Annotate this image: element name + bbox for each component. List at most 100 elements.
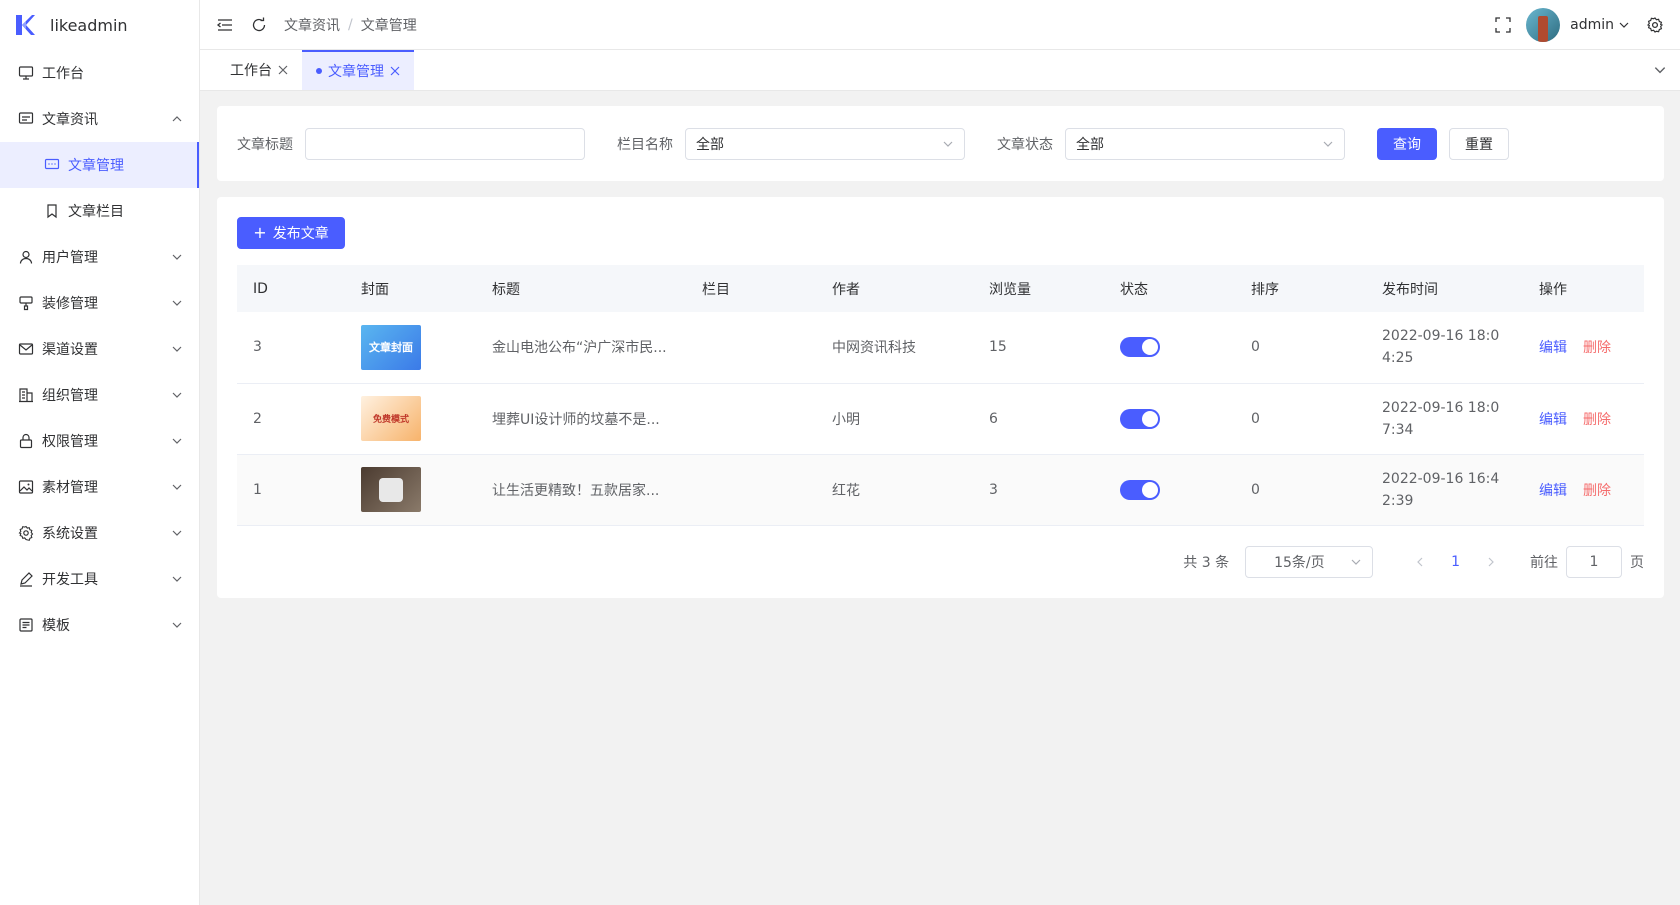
cell-status <box>1104 383 1235 455</box>
toggle-knob <box>1142 481 1158 498</box>
delete-button[interactable]: 删除 <box>1583 483 1611 499</box>
publish-article-button[interactable]: + 发布文章 <box>237 217 345 249</box>
cell-author: 小明 <box>816 383 973 455</box>
avatar[interactable] <box>1526 7 1561 42</box>
sidebar-item-label: 权限管理 <box>42 434 98 450</box>
sidebar-item-label: 装修管理 <box>42 296 98 312</box>
lock-icon <box>19 433 33 449</box>
tabs-bar: 工作台 文章管理 <box>200 50 1680 91</box>
cell-time: 2022-09-16 18:07:34 <box>1366 383 1523 455</box>
col-header-id: ID <box>237 265 345 312</box>
breadcrumb: 文章资讯 / 文章管理 <box>284 15 417 35</box>
category-filter-label: 栏目名称 <box>617 136 673 153</box>
toggle-knob <box>1142 339 1158 356</box>
status-toggle[interactable] <box>1120 479 1160 500</box>
tabs-more[interactable] <box>1640 50 1680 90</box>
close-icon[interactable] <box>390 66 400 76</box>
sidebar-item-decoration[interactable]: 装修管理 <box>0 280 199 326</box>
col-header-actions: 操作 <box>1523 265 1644 312</box>
sidebar-item-label: 素材管理 <box>42 480 98 496</box>
tab-label: 文章管理 <box>328 64 384 80</box>
brand[interactable]: likeadmin <box>0 0 199 50</box>
cell-category <box>686 454 816 526</box>
title-input[interactable] <box>305 127 585 160</box>
sidebar-item-materials[interactable]: 素材管理 <box>0 464 199 510</box>
sidebar-item-users[interactable]: 用户管理 <box>0 234 199 280</box>
sidebar-item-templates[interactable]: 模板 <box>0 602 199 648</box>
prev-page-icon[interactable] <box>1413 555 1427 569</box>
picture-icon <box>18 480 34 494</box>
cell-title: 金山电池公布“沪广深市民... <box>476 312 686 384</box>
sidebar-item-permissions[interactable]: 权限管理 <box>0 418 199 464</box>
cell-sort: 0 <box>1235 454 1366 526</box>
tab-workbench[interactable]: 工作台 <box>216 50 302 90</box>
menu-fold-icon[interactable] <box>216 16 234 34</box>
reset-button[interactable]: 重置 <box>1449 127 1509 160</box>
table-row: 3 文章封面 金山电池公布“沪广深市民... 中网资讯科技 15 0 2022-… <box>237 312 1644 384</box>
goto-page-input[interactable]: 1 <box>1566 546 1622 578</box>
username[interactable]: admin <box>1570 17 1614 33</box>
col-header-author: 作者 <box>816 265 973 312</box>
chevron-down-icon <box>172 392 182 398</box>
search-button[interactable]: 查询 <box>1377 127 1437 160</box>
fullscreen-icon[interactable] <box>1494 16 1512 34</box>
sidebar-item-article-category[interactable]: 文章栏目 <box>0 188 199 234</box>
category-filter: 栏目名称 全部 <box>617 127 965 160</box>
category-select[interactable]: 全部 <box>685 127 965 160</box>
cover-image[interactable]: 免费模式 <box>361 396 421 441</box>
cell-id: 1 <box>237 454 345 526</box>
delete-button[interactable]: 删除 <box>1583 412 1611 428</box>
sidebar-item-label: 模板 <box>42 618 70 634</box>
chevron-down-icon <box>1654 67 1666 74</box>
sidebar-item-system-settings[interactable]: 系统设置 <box>0 510 199 556</box>
logo-icon <box>16 15 35 35</box>
cell-id: 3 <box>237 312 345 384</box>
sidebar: likeadmin 工作台 文章资讯 文章管理 文章栏目 用户管理 装修管理 渠… <box>0 0 200 905</box>
user-icon <box>19 250 33 264</box>
sidebar-item-label: 文章资讯 <box>42 112 98 128</box>
cover-image[interactable] <box>361 467 421 512</box>
sidebar-item-dev-tools[interactable]: 开发工具 <box>0 556 199 602</box>
cell-views: 6 <box>973 383 1104 455</box>
close-icon[interactable] <box>278 65 288 75</box>
cell-title: 让生活更精致！五款居家... <box>476 454 686 526</box>
chevron-down-icon[interactable] <box>1618 19 1630 31</box>
page-size-select[interactable]: 15条/页 <box>1245 546 1374 578</box>
sidebar-item-article-management[interactable]: 文章管理 <box>0 142 199 188</box>
chevron-down-icon <box>172 346 182 352</box>
pagination: 共 3 条 15条/页 1 前往 1 页 <box>1183 546 1644 578</box>
sidebar-item-channels[interactable]: 渠道设置 <box>0 326 199 372</box>
category-select-value: 全部 <box>696 136 724 153</box>
refresh-icon[interactable] <box>250 16 268 34</box>
publish-time: 2022-09-16 16:42:39 <box>1382 470 1500 509</box>
cell-title: 埋葬UI设计师的坟墓不是... <box>476 383 686 455</box>
status-toggle[interactable] <box>1120 408 1160 429</box>
cell-author: 中网资讯科技 <box>816 312 973 384</box>
chat-icon <box>18 112 34 124</box>
sidebar-item-workbench[interactable]: 工作台 <box>0 50 199 96</box>
chevron-down-icon <box>943 141 953 147</box>
top-header: 文章资讯 / 文章管理 admin <box>200 0 1680 50</box>
pen-icon <box>20 572 33 587</box>
sidebar-item-articles[interactable]: 文章资讯 <box>0 96 199 142</box>
page-number-current[interactable]: 1 <box>1451 554 1460 570</box>
chevron-down-icon <box>172 438 182 444</box>
title-filter-label: 文章标题 <box>237 136 293 153</box>
col-header-cover: 封面 <box>345 265 476 312</box>
edit-button[interactable]: 编辑 <box>1539 483 1567 499</box>
delete-button[interactable]: 删除 <box>1583 340 1611 356</box>
edit-button[interactable]: 编辑 <box>1539 412 1567 428</box>
breadcrumb-item[interactable]: 文章资讯 <box>284 15 340 35</box>
cell-cover: 文章封面 <box>345 312 476 384</box>
cell-author: 红花 <box>816 454 973 526</box>
publish-time: 2022-09-16 18:07:34 <box>1382 399 1500 438</box>
tab-article-management[interactable]: 文章管理 <box>302 50 414 90</box>
header-right: admin <box>1494 7 1664 42</box>
sidebar-item-organization[interactable]: 组织管理 <box>0 372 199 418</box>
edit-button[interactable]: 编辑 <box>1539 340 1567 356</box>
status-toggle[interactable] <box>1120 337 1160 358</box>
cover-image[interactable]: 文章封面 <box>361 324 421 370</box>
gear-icon[interactable] <box>1646 16 1664 34</box>
next-page-icon[interactable] <box>1484 555 1498 569</box>
status-select[interactable]: 全部 <box>1065 127 1345 160</box>
